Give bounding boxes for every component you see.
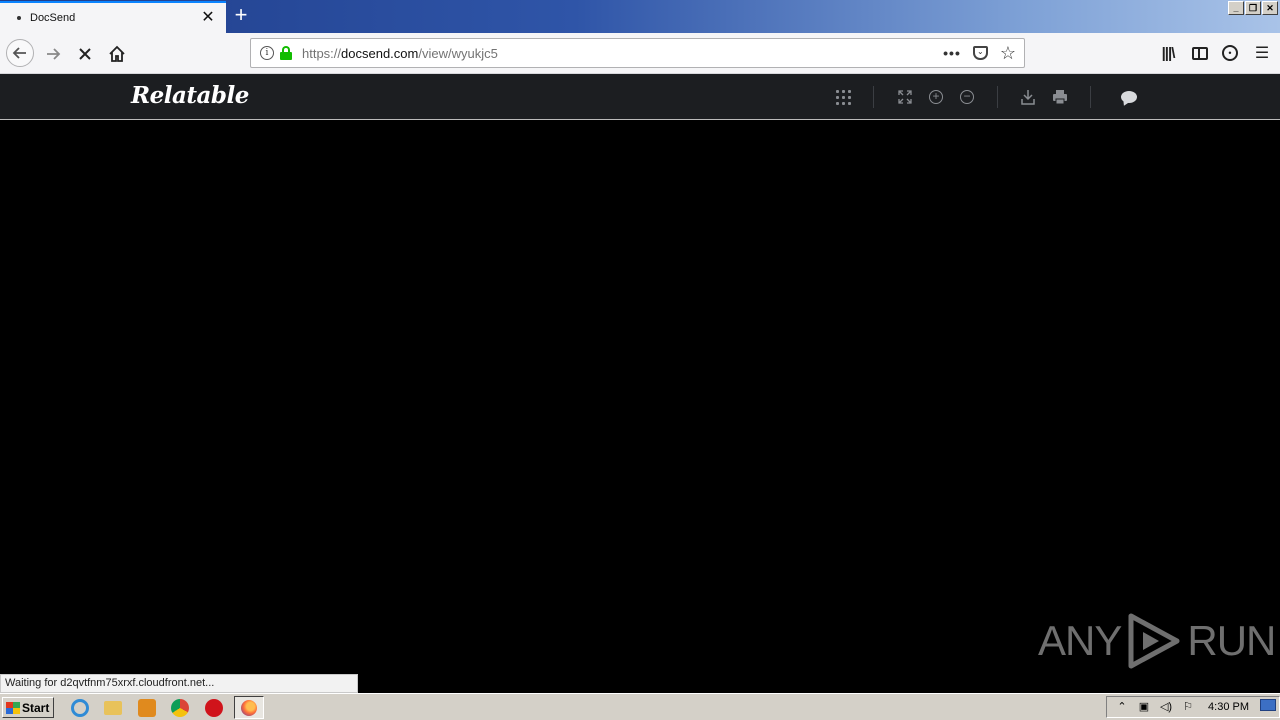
anyrun-watermark: ANY RUN [1038, 610, 1276, 672]
divider [997, 86, 998, 108]
docsend-header: Relatable + − [0, 74, 1280, 120]
action-center-flag-icon[interactable]: ⚐ [1181, 700, 1195, 714]
file-explorer-icon[interactable] [104, 701, 122, 715]
show-desktop-icon[interactable] [1260, 699, 1276, 711]
url-bar[interactable]: i https://docsend.com/view/wyukjc5 ••• ⌄… [250, 38, 1025, 68]
tab-docsend[interactable]: DocSend ✕ [0, 1, 226, 33]
download-icon[interactable] [1018, 87, 1038, 107]
grid-view-icon[interactable] [833, 87, 853, 107]
tab-title: DocSend [30, 12, 76, 24]
tab-close-icon[interactable]: ✕ [196, 10, 220, 26]
start-button[interactable]: Start [2, 697, 54, 718]
zoom-out-icon[interactable]: − [957, 87, 977, 107]
fullscreen-icon[interactable] [895, 87, 915, 107]
clock[interactable]: 4:30 PM [1208, 701, 1249, 713]
start-label: Start [22, 700, 50, 715]
bookmark-star-icon[interactable]: ☆ [1000, 43, 1016, 64]
forward-arrow-icon[interactable] [40, 41, 66, 67]
url-bar-actions: ••• ⌄ ☆ [943, 43, 1016, 64]
pocket-icon[interactable]: ⌄ [972, 46, 988, 60]
loading-dot-icon [17, 16, 21, 20]
lock-icon[interactable] [280, 46, 292, 60]
account-icon[interactable]: • [1222, 45, 1238, 61]
close-window-button[interactable]: ✕ [1262, 1, 1278, 15]
chrome-icon[interactable] [171, 699, 189, 717]
volume-icon[interactable]: ◁) [1159, 700, 1173, 714]
screen: DocSend ✕ + _ ❐ ✕ i https://docsend.com/… [0, 0, 1280, 720]
toolbar-right: |||\ • ☰ [1158, 41, 1272, 65]
url-host: docsend.com [341, 45, 419, 61]
firefox-icon [241, 700, 257, 716]
taskbar: Start ⌃ ▣ ◁) ⚐ 4:30 PM [0, 693, 1280, 720]
home-icon[interactable] [104, 41, 130, 67]
url-text[interactable]: https://docsend.com/view/wyukjc5 [302, 46, 943, 61]
media-player-icon[interactable] [138, 699, 156, 717]
library-icon[interactable]: |||\ [1158, 41, 1178, 65]
print-icon[interactable] [1050, 87, 1070, 107]
firefox-taskbar-button[interactable] [234, 696, 264, 719]
minimize-button[interactable]: _ [1228, 1, 1244, 15]
system-tray: ⌃ ▣ ◁) ⚐ 4:30 PM [1106, 696, 1280, 718]
back-arrow-icon[interactable] [6, 39, 34, 67]
url-path: /view/wyukjc5 [418, 45, 498, 61]
show-hidden-icons-icon[interactable]: ⌃ [1115, 700, 1129, 714]
url-prefix: https:// [302, 45, 342, 61]
watermark-right: RUN [1187, 617, 1276, 664]
document-viewer [0, 120, 1280, 692]
divider [873, 86, 874, 108]
sidebar-icon[interactable] [1192, 46, 1208, 60]
navigation-toolbar: i https://docsend.com/view/wyukjc5 ••• ⌄… [0, 33, 1280, 74]
play-logo-icon [1128, 613, 1180, 669]
status-bar: Waiting for d2qvtfnm75xrxf.cloudfront.ne… [0, 674, 358, 693]
windows-logo-icon [6, 701, 20, 714]
site-info-icon[interactable]: i [260, 46, 274, 60]
restore-button[interactable]: ❐ [1245, 1, 1261, 15]
network-icon[interactable]: ▣ [1137, 700, 1151, 714]
hamburger-menu-icon[interactable]: ☰ [1252, 41, 1272, 65]
new-tab-button[interactable]: + [229, 4, 253, 28]
relatable-logo[interactable]: Relatable [131, 82, 249, 109]
internet-explorer-icon[interactable] [71, 699, 89, 717]
opera-icon[interactable] [205, 699, 223, 717]
stop-icon[interactable] [72, 41, 98, 67]
window-controls: _ ❐ ✕ [1228, 1, 1278, 15]
zoom-in-icon[interactable]: + [926, 87, 946, 107]
divider [1090, 86, 1091, 108]
tab-strip: DocSend ✕ + _ ❐ ✕ [0, 0, 1280, 33]
watermark-left: ANY [1038, 617, 1122, 664]
page-actions-button[interactable]: ••• [943, 45, 961, 61]
chat-bubble-icon[interactable] [1119, 87, 1139, 107]
